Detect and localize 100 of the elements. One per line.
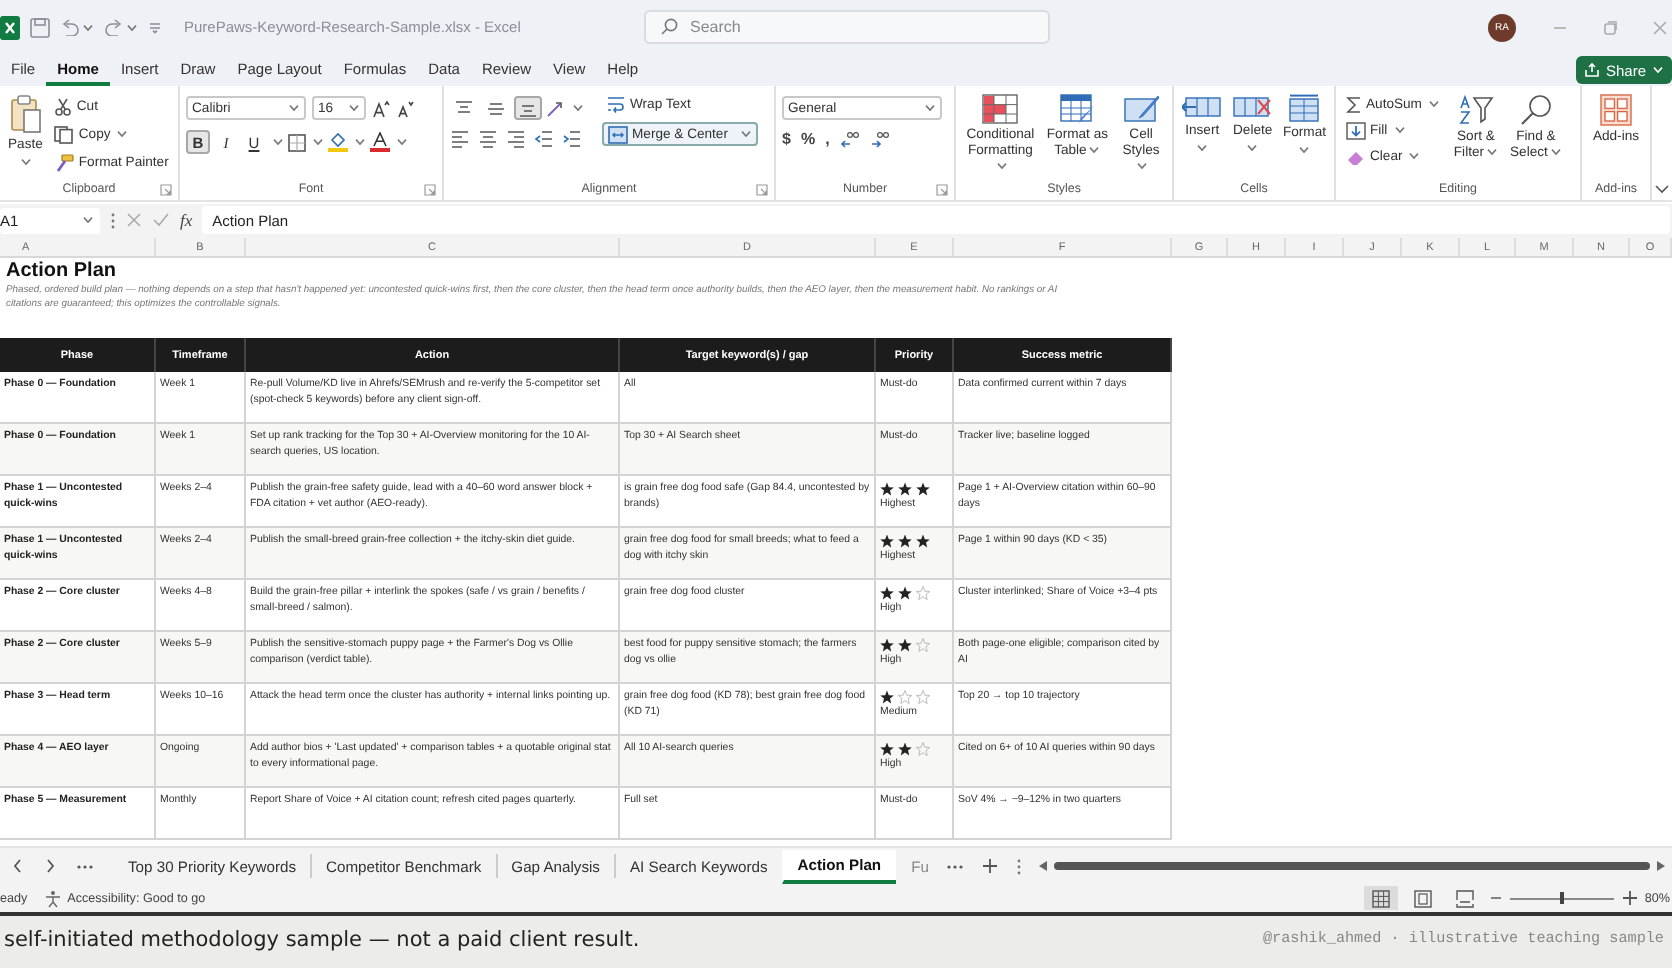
number-format-button[interactable]: $ xyxy=(782,130,791,148)
chevron-down-icon[interactable] xyxy=(1654,184,1670,194)
caret-icon[interactable] xyxy=(1427,100,1440,108)
increase-font-size-icon[interactable] xyxy=(372,99,390,117)
vertical-align-button[interactable] xyxy=(514,96,542,120)
slider-thumb[interactable] xyxy=(1560,892,1565,904)
dialog-launcher-icon[interactable] xyxy=(424,183,437,195)
align-left-icon[interactable] xyxy=(450,130,470,148)
merge-cells-icon xyxy=(608,125,628,143)
font-color-icon[interactable] xyxy=(370,132,390,152)
caret-icon[interactable] xyxy=(20,158,33,166)
table-icon xyxy=(1059,94,1096,124)
insert-function-button[interactable]: fx xyxy=(180,210,193,230)
accessibility-icon[interactable] xyxy=(43,889,62,907)
caret-icon xyxy=(1298,146,1311,154)
view-button[interactable] xyxy=(1364,886,1399,910)
caret-icon[interactable] xyxy=(354,138,366,146)
page-layout-icon xyxy=(1414,889,1433,907)
empty-star-icon xyxy=(916,741,930,755)
fill-down-icon xyxy=(1346,121,1366,139)
caret-icon[interactable] xyxy=(312,138,324,146)
scroll-left-icon[interactable] xyxy=(1038,860,1049,872)
zoom-out-icon[interactable] xyxy=(1490,892,1503,904)
caret-icon xyxy=(1652,66,1664,74)
delete-cells-icon xyxy=(1232,94,1273,120)
search-field[interactable]: Search xyxy=(644,10,1050,44)
decrease-indent-icon[interactable] xyxy=(534,130,554,148)
page-break-icon xyxy=(1456,889,1475,907)
align-lines-icon xyxy=(454,99,474,117)
number-format-button[interactable]: % xyxy=(800,130,816,148)
caret-icon xyxy=(1246,144,1259,152)
caret-icon[interactable] xyxy=(1486,148,1499,157)
caret-icon[interactable] xyxy=(396,138,408,146)
caret-icon[interactable] xyxy=(1088,146,1101,155)
clipboard-icon xyxy=(9,94,42,134)
undo-icon[interactable] xyxy=(60,18,80,36)
align-center-icon[interactable] xyxy=(478,130,498,148)
star-icon xyxy=(880,637,894,651)
caret-icon[interactable] xyxy=(116,130,129,138)
scissors-icon xyxy=(54,97,73,115)
wrap-text-icon xyxy=(606,94,626,114)
empty-star-icon xyxy=(916,689,930,703)
chevron-right-icon[interactable] xyxy=(44,858,56,874)
star-icon xyxy=(880,533,894,547)
star-icon xyxy=(898,741,912,755)
decrease-decimal-icon[interactable] xyxy=(869,130,890,148)
caret-icon[interactable] xyxy=(1408,152,1421,160)
excel-logo-icon xyxy=(0,13,20,41)
chevron-left-icon[interactable] xyxy=(12,858,24,874)
caret-icon[interactable] xyxy=(1549,148,1562,157)
eraser-icon xyxy=(1346,147,1366,165)
star-icon xyxy=(898,637,912,651)
caret-icon[interactable] xyxy=(272,138,284,146)
star-icon xyxy=(898,585,912,599)
borders-icon[interactable] xyxy=(288,133,306,151)
format-cells-icon xyxy=(1288,94,1321,122)
copy-icon xyxy=(54,125,75,143)
insert-cells-icon xyxy=(1182,94,1223,120)
number-format-button[interactable]: , xyxy=(825,130,830,148)
caret-icon xyxy=(348,104,360,112)
fill-color-icon[interactable] xyxy=(328,132,348,152)
star-icon xyxy=(880,689,894,703)
align-right-icon[interactable] xyxy=(506,130,526,148)
increase-decimal-icon[interactable] xyxy=(839,130,860,148)
dialog-launcher-icon[interactable] xyxy=(936,183,949,195)
search-icon xyxy=(1519,94,1552,126)
empty-star-icon xyxy=(916,637,930,651)
dialog-launcher-icon[interactable] xyxy=(756,183,769,195)
decrease-font-size-icon[interactable] xyxy=(396,99,414,117)
caret-icon[interactable] xyxy=(572,104,584,112)
caret-icon[interactable] xyxy=(995,162,1008,171)
add-sheet-icon[interactable] xyxy=(982,858,999,874)
customize-toolbar-icon[interactable] xyxy=(148,21,162,33)
caret-icon[interactable] xyxy=(82,23,94,31)
dialog-launcher-icon[interactable] xyxy=(160,183,173,195)
star-icon xyxy=(880,585,894,599)
empty-star-icon xyxy=(916,585,930,599)
caret-icon xyxy=(82,216,94,224)
save-icon[interactable] xyxy=(30,17,50,37)
orientation-icon[interactable] xyxy=(546,99,566,117)
increase-indent-icon[interactable] xyxy=(562,130,582,148)
star-icon xyxy=(898,533,912,547)
caret-icon[interactable] xyxy=(1136,162,1149,171)
zoom-slider[interactable] xyxy=(1510,890,1615,906)
caret-icon xyxy=(1196,144,1209,152)
star-icon xyxy=(880,741,894,755)
add-ins-icon xyxy=(1600,94,1632,126)
align-lines-icon xyxy=(518,99,538,117)
scroll-right-icon[interactable] xyxy=(1656,860,1666,872)
empty-star-icon xyxy=(898,689,912,703)
caret-icon[interactable] xyxy=(1393,126,1406,134)
sort-filter-icon xyxy=(1457,94,1494,126)
zoom-in-icon[interactable] xyxy=(1622,890,1639,906)
caret-icon xyxy=(740,130,752,138)
redo-icon[interactable] xyxy=(104,18,124,36)
more-icon[interactable] xyxy=(76,863,94,869)
caret-icon[interactable] xyxy=(126,23,138,31)
more-options-icon[interactable] xyxy=(110,211,116,229)
more-icon[interactable] xyxy=(946,863,965,869)
more-options-icon[interactable] xyxy=(1016,857,1023,875)
